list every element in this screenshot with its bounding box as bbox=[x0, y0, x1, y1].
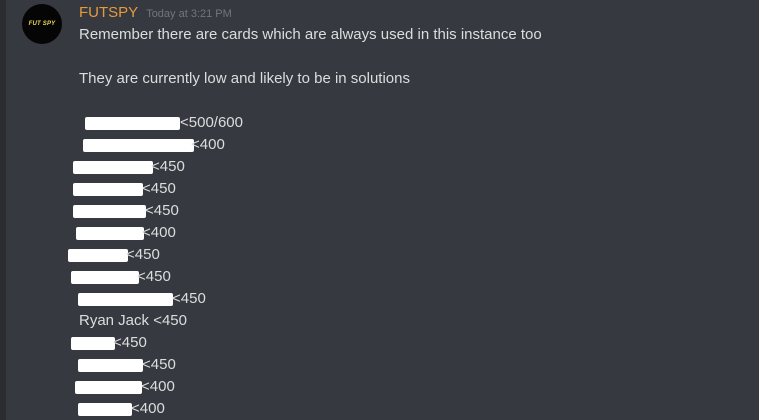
card-line: <450 bbox=[73, 156, 542, 178]
card-line: <400 bbox=[78, 398, 542, 420]
timestamp: Today at 3:21 PM bbox=[146, 8, 232, 20]
redaction-bar bbox=[75, 381, 142, 394]
avatar[interactable]: FUT SPY bbox=[22, 4, 62, 44]
card-price: <450 bbox=[151, 158, 185, 175]
card-price: <400 bbox=[191, 136, 225, 153]
redaction-bar bbox=[83, 139, 194, 152]
redaction-bar bbox=[71, 271, 139, 284]
card-price: <450 bbox=[142, 180, 176, 197]
redaction-bar bbox=[85, 117, 180, 130]
card-line: <500/600 bbox=[79, 112, 542, 134]
card-line: <450 bbox=[73, 200, 542, 222]
card-line: <450 bbox=[71, 266, 542, 288]
chat-message: FUT SPY FUTSPY Today at 3:21 PM Remember… bbox=[22, 4, 752, 420]
username[interactable]: FUTSPY bbox=[79, 4, 138, 21]
redaction-bar bbox=[73, 205, 146, 218]
card-price: <400 bbox=[142, 224, 176, 241]
redaction-bar bbox=[78, 293, 173, 306]
message-header: FUTSPY Today at 3:21 PM bbox=[79, 4, 232, 24]
card-line: <450 bbox=[73, 178, 542, 200]
card-name-price: Ryan Jack <450 bbox=[79, 312, 187, 329]
avatar-logo-text: FUT SPY bbox=[28, 21, 56, 27]
card-line: <450 bbox=[78, 354, 542, 376]
card-price: <400 bbox=[141, 378, 175, 395]
redaction-bar bbox=[76, 227, 144, 240]
card-price: <450 bbox=[145, 202, 179, 219]
card-price: <450 bbox=[126, 246, 160, 263]
card-line: Ryan Jack <450 bbox=[79, 310, 542, 332]
card-price: <450 bbox=[137, 268, 171, 285]
card-line: <450 bbox=[78, 288, 542, 310]
message-line: Remember there are cards which are alway… bbox=[79, 26, 542, 43]
card-line: <400 bbox=[79, 134, 542, 156]
message-line: They are currently low and likely to be … bbox=[79, 70, 410, 87]
redaction-bar bbox=[73, 183, 143, 196]
redaction-bar bbox=[71, 337, 115, 350]
card-price: <500/600 bbox=[180, 114, 243, 131]
redaction-bar bbox=[73, 161, 153, 174]
card-line: <450 bbox=[71, 332, 542, 354]
card-line: <400 bbox=[76, 222, 542, 244]
redaction-bar bbox=[78, 403, 132, 416]
card-line: <400 bbox=[75, 376, 542, 398]
card-price: <450 bbox=[113, 334, 147, 351]
redaction-bar bbox=[78, 359, 143, 372]
redaction-bar bbox=[68, 249, 128, 262]
message-content: Remember there are cards which are alway… bbox=[68, 24, 542, 420]
card-price: <450 bbox=[142, 356, 176, 373]
card-price: <450 bbox=[172, 290, 206, 307]
card-line: <450 bbox=[68, 244, 542, 266]
channel-edge bbox=[0, 0, 6, 420]
card-price: <400 bbox=[131, 400, 165, 417]
